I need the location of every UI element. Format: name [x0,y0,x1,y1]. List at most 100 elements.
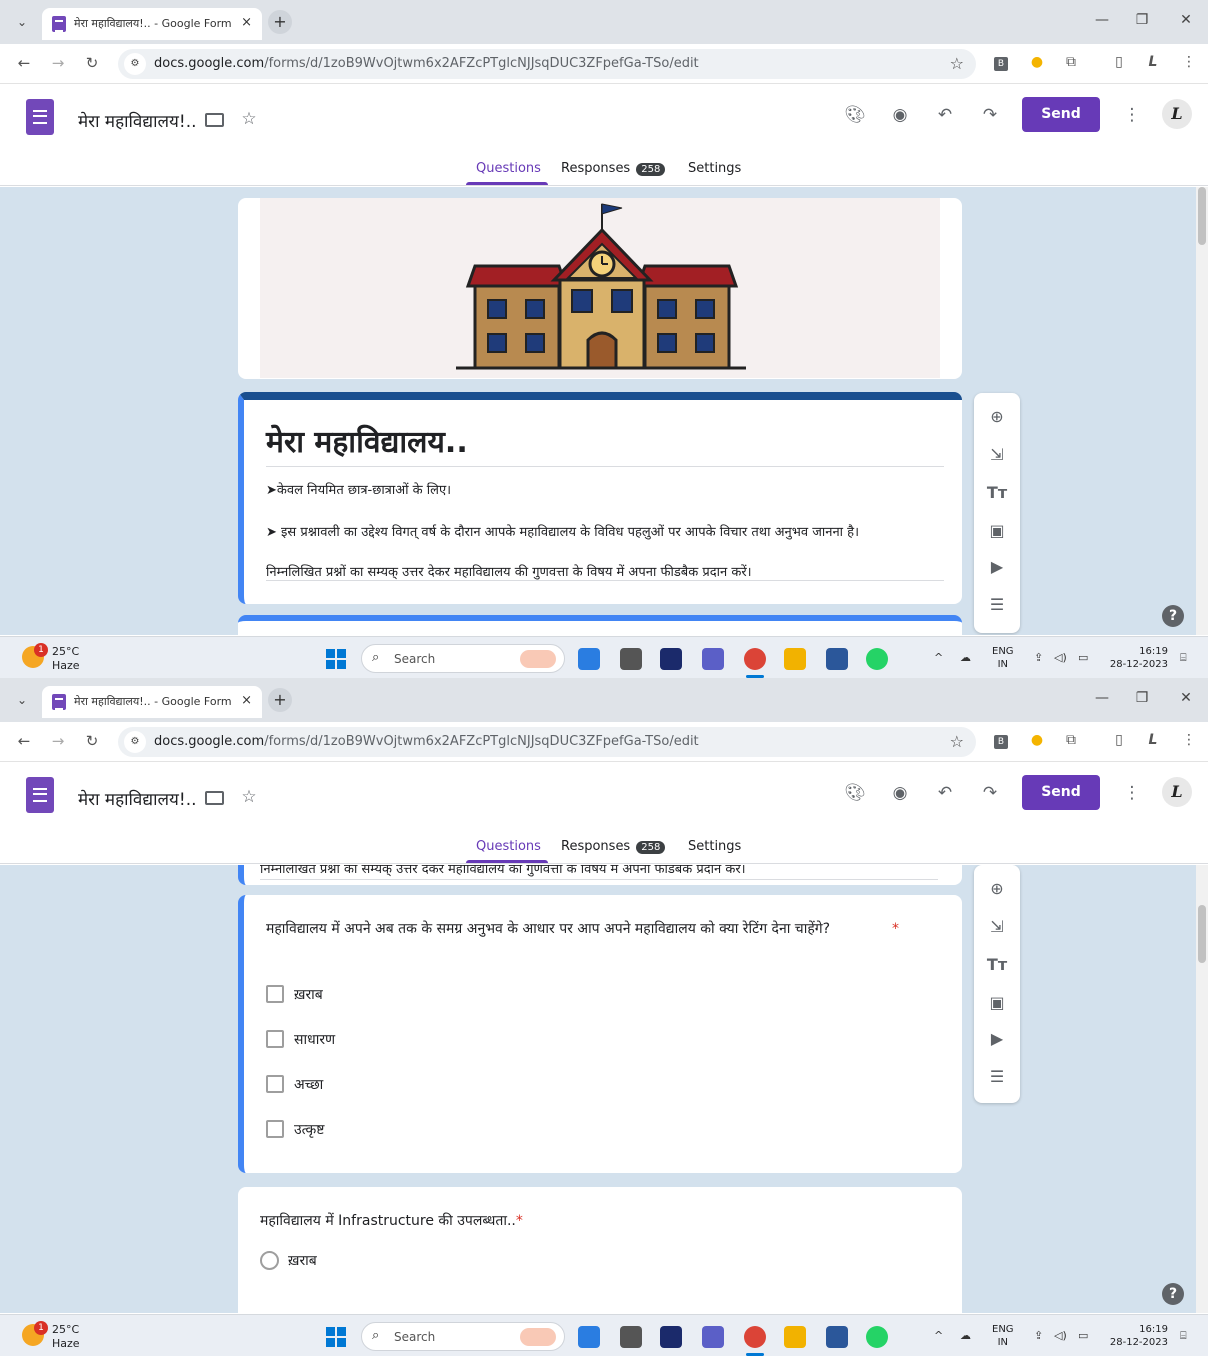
preview-eye-icon[interactable]: ◉ [888,783,912,803]
add-video-icon[interactable]: ▶ [985,1027,1009,1051]
minimize-icon[interactable]: — [1092,12,1112,28]
weather-condition[interactable]: Haze [52,1337,80,1350]
account-avatar[interactable]: L [1162,777,1192,807]
browser-menu-icon[interactable]: ⋮ [1178,732,1200,748]
import-questions-icon[interactable]: ⇲ [985,915,1009,939]
browser-menu-icon[interactable]: ⋮ [1178,54,1200,70]
extension-b-icon[interactable]: B [994,735,1008,749]
document-title[interactable]: मेरा महाविद्यालय!.. [78,109,197,132]
weather-temperature[interactable]: 25°C [52,1323,79,1336]
extension-bulb-icon[interactable]: ● [1026,54,1048,70]
restore-icon[interactable]: ❐ [1132,12,1152,28]
widgets-app-icon[interactable] [660,1326,682,1348]
add-title-icon[interactable]: Tт [985,953,1009,977]
task-view-icon[interactable] [620,648,642,670]
new-tab-button[interactable]: + [268,10,292,34]
star-icon[interactable]: ☆ [237,787,261,807]
teams-app-icon[interactable] [702,1326,724,1348]
battery-icon[interactable]: ▭ [1078,1329,1088,1342]
word-app-icon[interactable] [826,1326,848,1348]
whatsapp-app-icon[interactable] [866,648,888,670]
checkbox-icon[interactable] [266,1075,284,1093]
weather-condition[interactable]: Haze [52,659,80,672]
battery-icon[interactable]: ▭ [1078,651,1088,664]
form-title-card[interactable]: निम्नलिखित प्रश्नों का सम्यक् उत्तर देकर… [238,865,962,885]
whatsapp-app-icon[interactable] [866,1326,888,1348]
site-info-icon[interactable]: ⚙ [124,53,146,75]
chrome-app-icon[interactable] [744,648,766,670]
palette-icon[interactable]: 🎨︎ [843,783,867,803]
next-question-card[interactable] [238,615,962,635]
undo-icon[interactable]: ↶ [933,105,957,125]
add-question-icon[interactable]: ⊕ [985,877,1009,901]
close-window-icon[interactable]: ✕ [1176,12,1196,28]
radio-icon[interactable] [260,1251,279,1270]
notification-icon[interactable]: ⌸ [1180,1329,1187,1343]
system-clock[interactable]: 16:19 28-12-2023 [1108,645,1168,671]
tab-questions[interactable]: Questions [476,839,541,854]
more-options-icon[interactable]: ⋮ [1120,105,1144,125]
windows-start-icon[interactable] [326,649,346,669]
bookmark-star-icon[interactable]: ☆ [950,732,964,751]
page-scrollbar[interactable] [1196,865,1208,1313]
tab-close-icon[interactable]: × [241,693,252,708]
input-language[interactable]: ENG IN [992,645,1014,671]
extensions-puzzle-icon[interactable]: ⧉ [1060,732,1082,748]
help-icon[interactable]: ? [1162,605,1184,627]
extension-bulb-icon[interactable]: ● [1026,732,1048,748]
checkbox-icon[interactable] [266,1030,284,1048]
minimize-icon[interactable]: — [1092,690,1112,706]
teams-app-icon[interactable] [702,648,724,670]
file-explorer-icon[interactable] [784,648,806,670]
weather-temperature[interactable]: 25°C [52,645,79,658]
tab-settings[interactable]: Settings [688,161,741,176]
browser-tab[interactable]: मेरा महाविद्यालय!.. - Google Form × [42,686,262,718]
volume-icon[interactable]: ◁) [1054,651,1067,664]
add-video-icon[interactable]: ▶ [985,555,1009,579]
undo-icon[interactable]: ↶ [933,783,957,803]
redo-icon[interactable]: ↷ [978,105,1002,125]
add-section-icon[interactable]: ☰ [985,1065,1009,1089]
send-button[interactable]: Send [1022,97,1100,132]
tab-settings[interactable]: Settings [688,839,741,854]
address-bar[interactable]: ⚙ docs.google.com/forms/d/1zoB9WvOjtwm6x… [118,727,976,757]
form-description-line-2[interactable]: ➤ इस प्रश्नावली का उद्देश्य विगत् वर्ष क… [266,522,859,540]
option-label[interactable]: साधारण [294,1030,335,1049]
forward-icon[interactable]: → [48,54,68,72]
add-question-icon[interactable]: ⊕ [985,405,1009,429]
tray-cloud-icon[interactable]: ☁ [960,651,971,664]
add-image-icon[interactable]: ▣ [985,991,1009,1015]
form-title-card[interactable]: मेरा महाविद्यालय.. ➤केवल नियमित छात्र-छा… [238,392,962,604]
volume-icon[interactable]: ◁) [1054,1329,1067,1342]
extensions-puzzle-icon[interactable]: ⧉ [1060,54,1082,70]
scroll-thumb[interactable] [1198,905,1206,963]
forms-logo-icon[interactable] [26,777,54,813]
redo-icon[interactable]: ↷ [978,783,1002,803]
help-icon[interactable]: ? [1162,1283,1184,1305]
import-questions-icon[interactable]: ⇲ [985,443,1009,467]
tab-responses[interactable]: Responses 258 [561,161,666,176]
send-button[interactable]: Send [1022,775,1100,810]
form-description-line-1[interactable]: ➤केवल नियमित छात्र-छात्राओं के लिए। [266,480,451,498]
extension-b-icon[interactable]: B [994,57,1008,71]
windows-start-icon[interactable] [326,1327,346,1347]
document-title[interactable]: मेरा महाविद्यालय!.. [78,787,197,810]
chrome-app-icon[interactable] [744,1326,766,1348]
browser-tab[interactable]: मेरा महाविद्यालय!.. - Google Form × [42,8,262,40]
tab-responses[interactable]: Responses 258 [561,839,666,854]
question-text[interactable]: महाविद्यालय में अपने अब तक के समग्र अनुभ… [266,917,866,941]
folder-icon[interactable] [205,113,224,127]
widgets-app-icon[interactable] [660,648,682,670]
new-tab-button[interactable]: + [268,688,292,712]
checkbox-icon[interactable] [266,1120,284,1138]
system-clock[interactable]: 16:19 28-12-2023 [1108,1323,1168,1349]
reload-icon[interactable]: ↻ [82,732,102,750]
forms-logo-icon[interactable] [26,99,54,135]
word-app-icon[interactable] [826,648,848,670]
tray-cloud-icon[interactable]: ☁ [960,1329,971,1342]
folder-icon[interactable] [205,791,224,805]
close-window-icon[interactable]: ✕ [1176,690,1196,706]
file-explorer-icon[interactable] [784,1326,806,1348]
side-panel-icon[interactable]: ▯ [1108,54,1130,70]
back-icon[interactable]: ← [14,732,34,750]
